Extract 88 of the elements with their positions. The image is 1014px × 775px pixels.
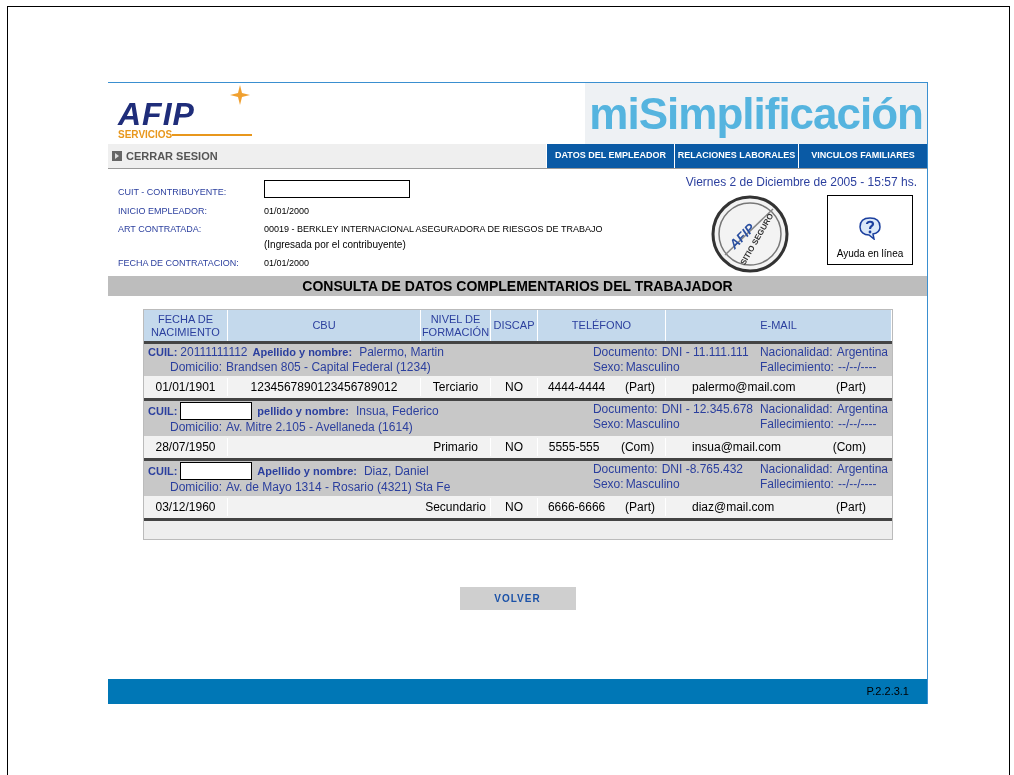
column-header: DISCAP	[493, 319, 535, 332]
table-cell-text: (Part)	[836, 499, 866, 516]
domicilio-value: Av. de Mayo 1314 - Rosario (4321) Sta Fe	[226, 480, 451, 495]
help-button[interactable]: Ayuda en línea	[827, 195, 913, 265]
table-cell: NO	[491, 378, 538, 396]
documento-value: DNI -8.765.432	[661, 462, 744, 477]
nacionalidad-value: Argentina	[836, 462, 888, 477]
field-value: 01/01/2000	[264, 204, 310, 218]
field-label: INICIO EMPLEADOR:	[118, 204, 208, 218]
table-cell: Primario	[421, 438, 491, 456]
nacionalidad-value: Argentina	[836, 345, 888, 360]
sexo-label: Sexo:	[592, 360, 624, 375]
name-value: Diaz, Daniel	[363, 463, 429, 479]
table-cell-text: 4444-4444	[547, 379, 606, 396]
fallecimiento-label: Fallecimiento:	[759, 477, 834, 492]
column-header: NIVEL DE FORMACIÓN	[421, 312, 490, 339]
table-cell-text: insua@mail.com	[692, 439, 781, 456]
nacionalidad-value: Argentina	[836, 402, 888, 417]
documento-label: Documento:	[592, 345, 658, 360]
nav-tab[interactable]: VINCULOS FAMILIARES	[798, 144, 927, 168]
table-cell: 28/07/1950	[144, 438, 228, 456]
table-cell-text: (Part)	[625, 379, 656, 396]
brand-title: miSimplificación	[589, 88, 923, 139]
field-label: FECHA DE CONTRATACION:	[118, 256, 240, 270]
table-cell: 03/12/1960	[144, 498, 228, 516]
documento-label: Documento:	[592, 402, 658, 417]
table-cell-text: 1234567890123456789012	[250, 379, 398, 396]
sexo-label: Sexo:	[592, 417, 624, 432]
name-label: Apellido y nombre:	[252, 345, 353, 360]
section-title: CONSULTA DE DATOS COMPLEMENTARIOS DEL TRABAJADOR	[108, 276, 927, 296]
nav-tab[interactable]: DATOS DEL EMPLEADOR	[546, 144, 674, 168]
cuil-label: CUIL:	[148, 463, 178, 479]
cuil-label: CUIL:	[148, 345, 178, 360]
table-cell-text: palermo@mail.com	[692, 379, 796, 396]
domicilio-label: Domicilio:	[170, 420, 222, 435]
logout-link[interactable]: CERRAR SESION	[108, 144, 546, 168]
cuil-label: CUIL:	[148, 403, 178, 419]
back-button[interactable]: VOLVER	[459, 587, 576, 610]
version-text: P.2.2.3.1	[866, 684, 909, 700]
name-label: pellido y nombre:	[257, 403, 349, 419]
column-header: CBU	[312, 319, 336, 332]
table-cell-text: (Com)	[620, 439, 655, 456]
field-label: ART CONTRATADA:	[118, 223, 203, 236]
fallecimiento-label: Fallecimiento:	[759, 360, 834, 375]
sexo-label: Sexo:	[592, 477, 624, 492]
table-cell-text: (Part)	[836, 379, 866, 396]
domicilio-label: Domicilio:	[170, 360, 222, 375]
field-note: (Ingresada por el contribuyente)	[264, 237, 407, 252]
table-cell: 01/01/1901	[144, 378, 228, 396]
name-label: Apellido y nombre:	[257, 463, 357, 479]
column-header: TELÉFONO	[571, 319, 632, 332]
cuil-value: 20111111112	[180, 345, 248, 360]
logo-wordmark: AFIP	[118, 99, 196, 129]
table-cell: Secundario	[421, 498, 491, 516]
domicilio-value: Brandsen 805 - Capital Federal (1234)	[226, 360, 431, 375]
field-value: 00019 - BERKLEY INTERNACIONAL ASEGURADORA DE RIESGOS DE TRABAJO	[264, 223, 603, 236]
column-header: FECHA DE NACIMIENTO	[150, 312, 221, 339]
logo-subtitle: SERVICIOS	[118, 129, 173, 141]
table-cell: Terciario	[421, 378, 491, 396]
column-header: E-MAIL	[760, 319, 797, 332]
documento-value: DNI - 11.111.111	[661, 345, 749, 360]
fallecimiento-value: --/--/----	[837, 477, 877, 492]
domicilio-label: Domicilio:	[170, 480, 222, 495]
table-cell-text: (Com)	[832, 439, 866, 456]
domicilio-value: Av. Mitre 2.105 - Avellaneda (1614)	[226, 420, 413, 435]
sexo-value: Masculino	[625, 417, 680, 432]
fallecimiento-value: --/--/----	[837, 417, 877, 432]
field-label: CUIT - CONTRIBUYENTE:	[118, 186, 228, 199]
table-cell-text: (Part)	[625, 499, 656, 516]
name-value: Insua, Federico	[356, 403, 439, 419]
nacionalidad-label: Nacionalidad:	[759, 462, 833, 477]
table-cell-text: 6666-6666	[547, 499, 606, 516]
table-cell: NO	[491, 438, 538, 456]
table-cell: NO	[491, 498, 538, 516]
fallecimiento-label: Fallecimiento:	[759, 417, 834, 432]
date-text: Viernes 2 de Diciembre de 2005 - 15:57 hs.	[685, 174, 917, 191]
field-value: 01/01/2000	[264, 256, 310, 270]
sexo-value: Masculino	[625, 477, 680, 492]
sexo-value: Masculino	[625, 360, 680, 375]
table-cell-text: 5555-555	[548, 439, 600, 456]
nav-tab[interactable]: RELACIONES LABORALES	[674, 144, 798, 168]
table-cell-text: diaz@mail.com	[692, 499, 775, 516]
documento-label: Documento:	[592, 462, 658, 477]
nacionalidad-label: Nacionalidad:	[759, 402, 833, 417]
fallecimiento-value: --/--/----	[837, 360, 877, 375]
nacionalidad-label: Nacionalidad:	[759, 345, 833, 360]
name-value: Palermo, Martin	[359, 345, 444, 360]
documento-value: DNI - 12.345.678	[661, 402, 754, 417]
